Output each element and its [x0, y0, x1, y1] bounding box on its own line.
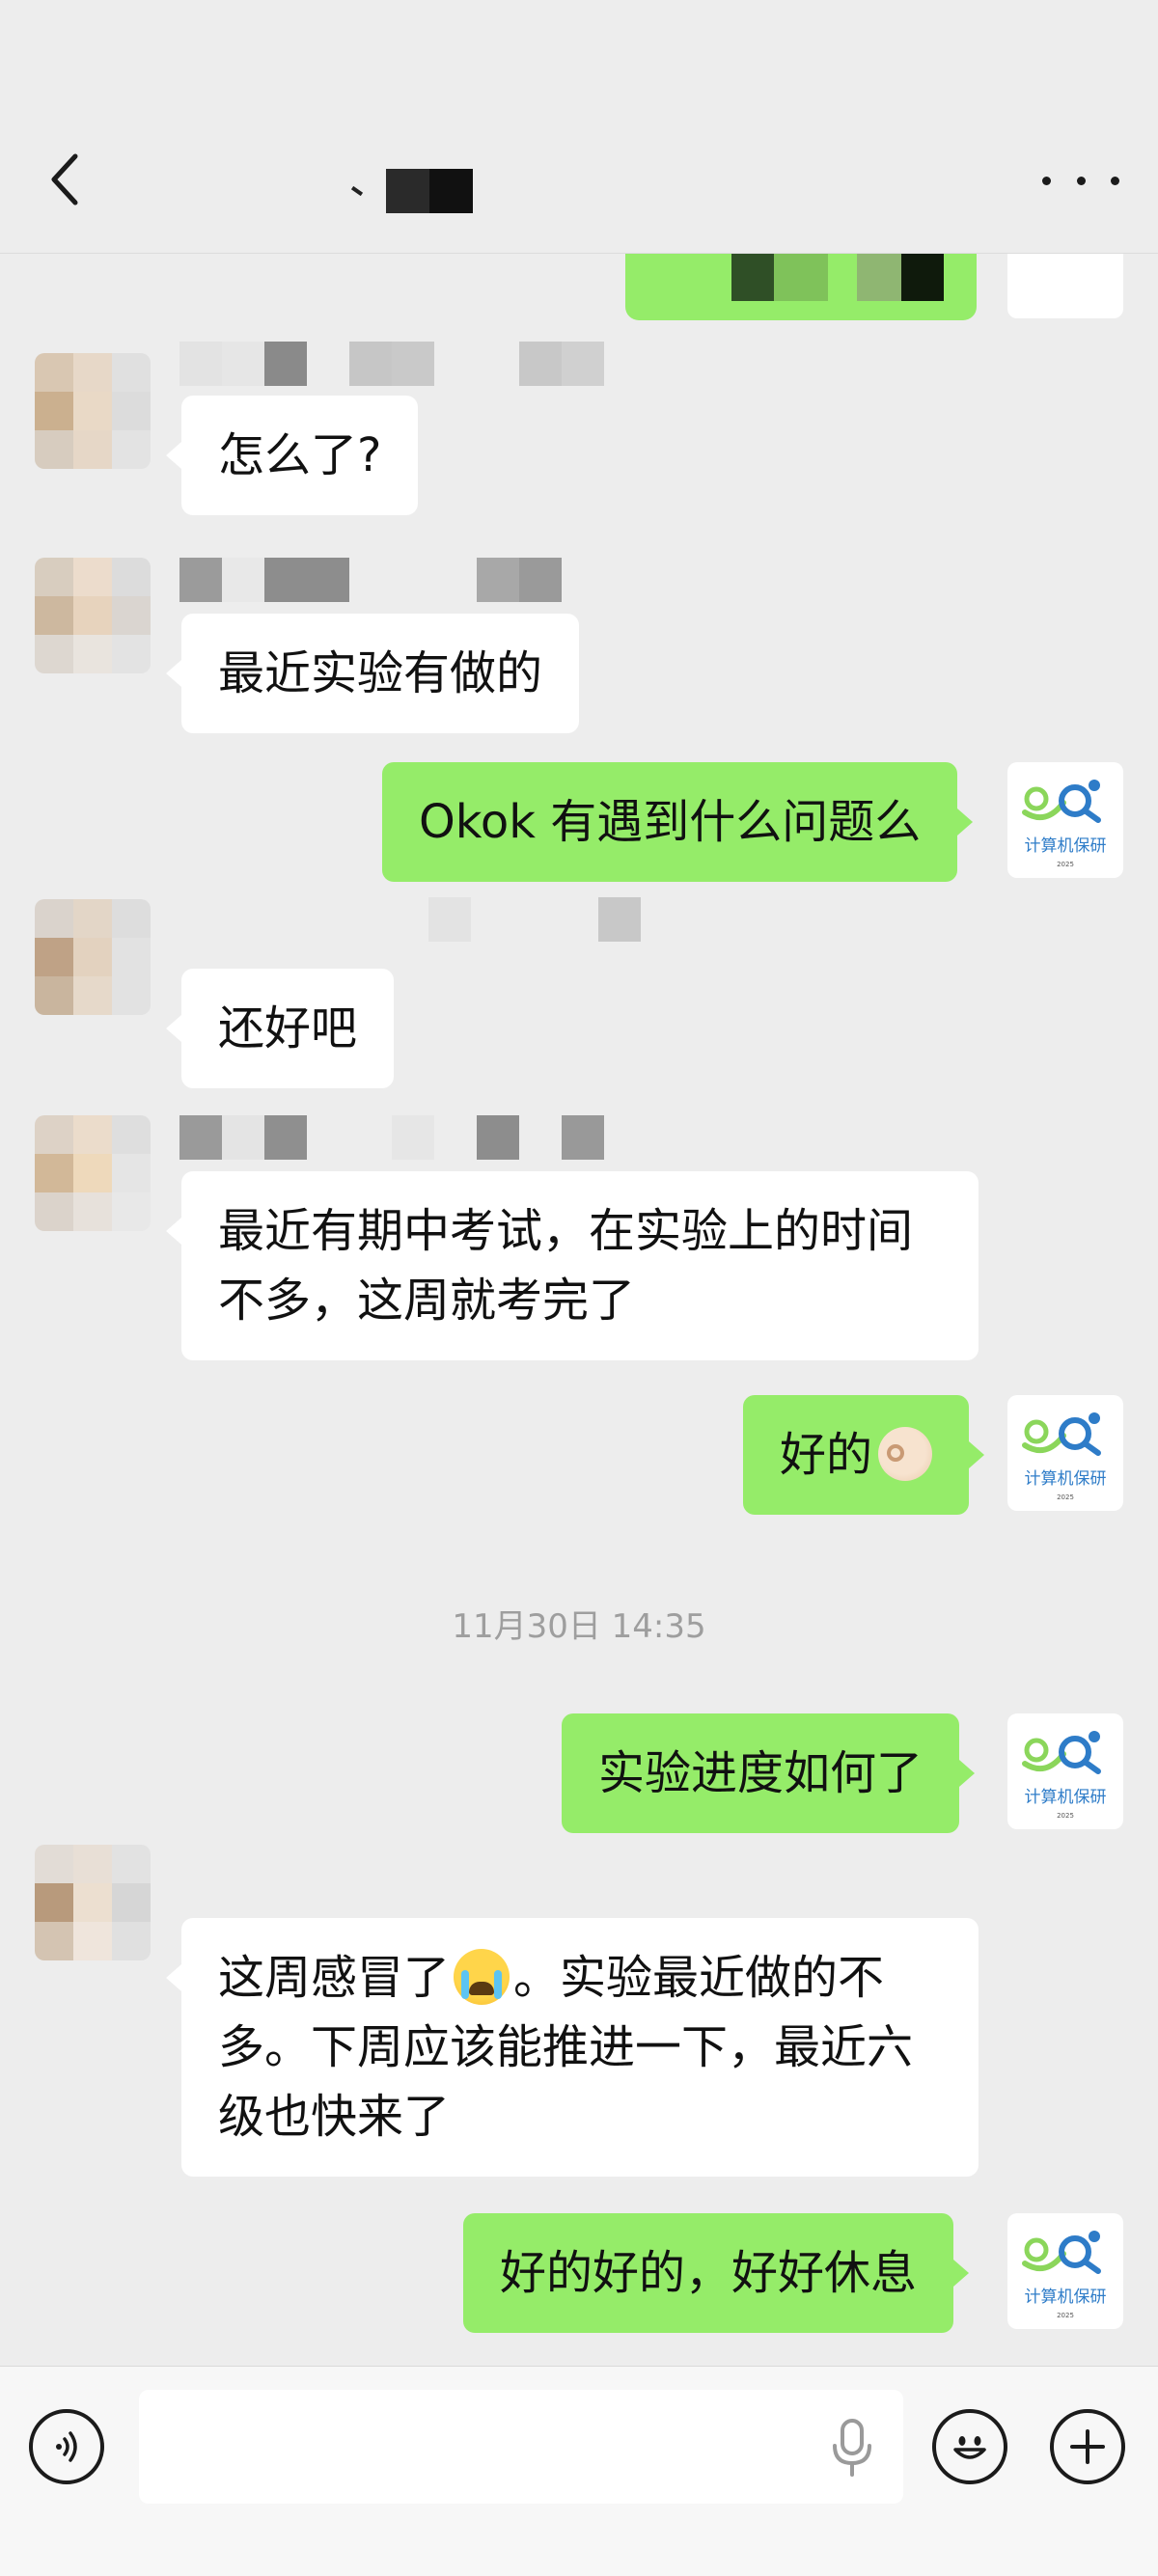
microphone-icon [833, 2419, 871, 2477]
chevron-left-icon [51, 153, 78, 206]
ok-hand-emoji-icon [878, 1427, 933, 1481]
chat-header [0, 0, 1158, 254]
svg-text:计算机保研: 计算机保研 [1025, 2288, 1107, 2307]
message-bubble[interactable]: 好的 [743, 1395, 985, 1515]
plus-icon [1070, 2429, 1105, 2464]
brand-logo-icon: 计算机保研 2025 [1022, 1731, 1107, 1820]
brand-logo-icon: 计算机保研 2025 [1022, 1412, 1107, 1501]
message-text: 这周感冒了 [218, 1951, 451, 2005]
svg-text:2025: 2025 [1057, 2312, 1074, 2319]
contact-avatar[interactable] [35, 1845, 151, 1960]
svg-text:计算机保研: 计算机保研 [1025, 1469, 1107, 1489]
partial-image-message[interactable] [625, 253, 977, 320]
message-bubble[interactable]: 最近实验有做的 [165, 614, 580, 733]
sender-name-redacted [179, 1115, 604, 1160]
more-options-button[interactable] [1042, 156, 1119, 205]
my-avatar[interactable]: 计算机保研 2025 [1007, 1713, 1123, 1829]
more-horizontal-icon [1042, 176, 1051, 185]
redacted-contact-name [386, 169, 473, 213]
contact-avatar[interactable] [35, 1115, 151, 1231]
voice-toggle-button[interactable] [29, 2409, 104, 2484]
sender-name-redacted [428, 897, 641, 942]
my-avatar[interactable]: 计算机保研 2025 [1007, 762, 1123, 878]
contact-avatar[interactable] [35, 353, 151, 469]
my-avatar[interactable]: 计算机保研 2025 [1007, 2213, 1123, 2329]
add-attachment-button[interactable] [1050, 2409, 1125, 2484]
message-bubble[interactable]: 实验进度如何了 [562, 1713, 976, 1833]
message-input[interactable] [139, 2390, 903, 2504]
message-bubble[interactable]: 还好吧 [165, 969, 395, 1088]
my-avatar[interactable]: 计算机保研 2025 [1007, 1395, 1123, 1511]
message-bubble[interactable]: 好的好的，好好休息 [463, 2213, 970, 2333]
svg-text:2025: 2025 [1057, 1494, 1074, 1501]
message-timestamp: 11月30日 14:35 [452, 1607, 706, 1646]
svg-text:2025: 2025 [1057, 1812, 1074, 1820]
message-bubble[interactable]: Okok 有遇到什么问题么 [382, 762, 974, 882]
crying-face-emoji-icon [454, 1949, 510, 2005]
sender-name-redacted [179, 342, 604, 386]
message-bubble[interactable]: 怎么了? [165, 396, 419, 515]
message-bubble[interactable]: 最近有期中考试，在实验上的时间不多，这周就考完了 [166, 1171, 979, 1360]
message-bubble[interactable]: 这周感冒了 。实验最近做的不多。下周应该能推进一下，最近六级也快来了 [166, 1918, 979, 2177]
brand-logo-icon: 计算机保研 2025 [1022, 780, 1107, 868]
voice-mode-icon [56, 2431, 77, 2462]
svg-text:2025: 2025 [1057, 861, 1074, 868]
chat-screen: 怎么了? 最近实验有做的 Okok 有遇到什么问题么 计算机保研 2025 还好… [0, 0, 1158, 2576]
back-button[interactable] [39, 145, 93, 214]
svg-text:计算机保研: 计算机保研 [1025, 836, 1107, 856]
emoji-icon [953, 2436, 986, 2459]
emoji-button[interactable] [932, 2409, 1007, 2484]
message-input-bar [0, 2366, 1158, 2576]
contact-avatar[interactable] [35, 558, 151, 673]
sender-name-redacted [179, 558, 562, 602]
brand-logo-icon: 计算机保研 2025 [1022, 2231, 1107, 2319]
svg-text:计算机保研: 计算机保研 [1025, 1788, 1107, 1807]
my-avatar[interactable] [1007, 253, 1123, 318]
chat-title-text [350, 185, 364, 197]
microphone-button[interactable] [828, 2417, 876, 2479]
message-text: 好的 [780, 1428, 873, 1482]
contact-avatar[interactable] [35, 899, 151, 1015]
